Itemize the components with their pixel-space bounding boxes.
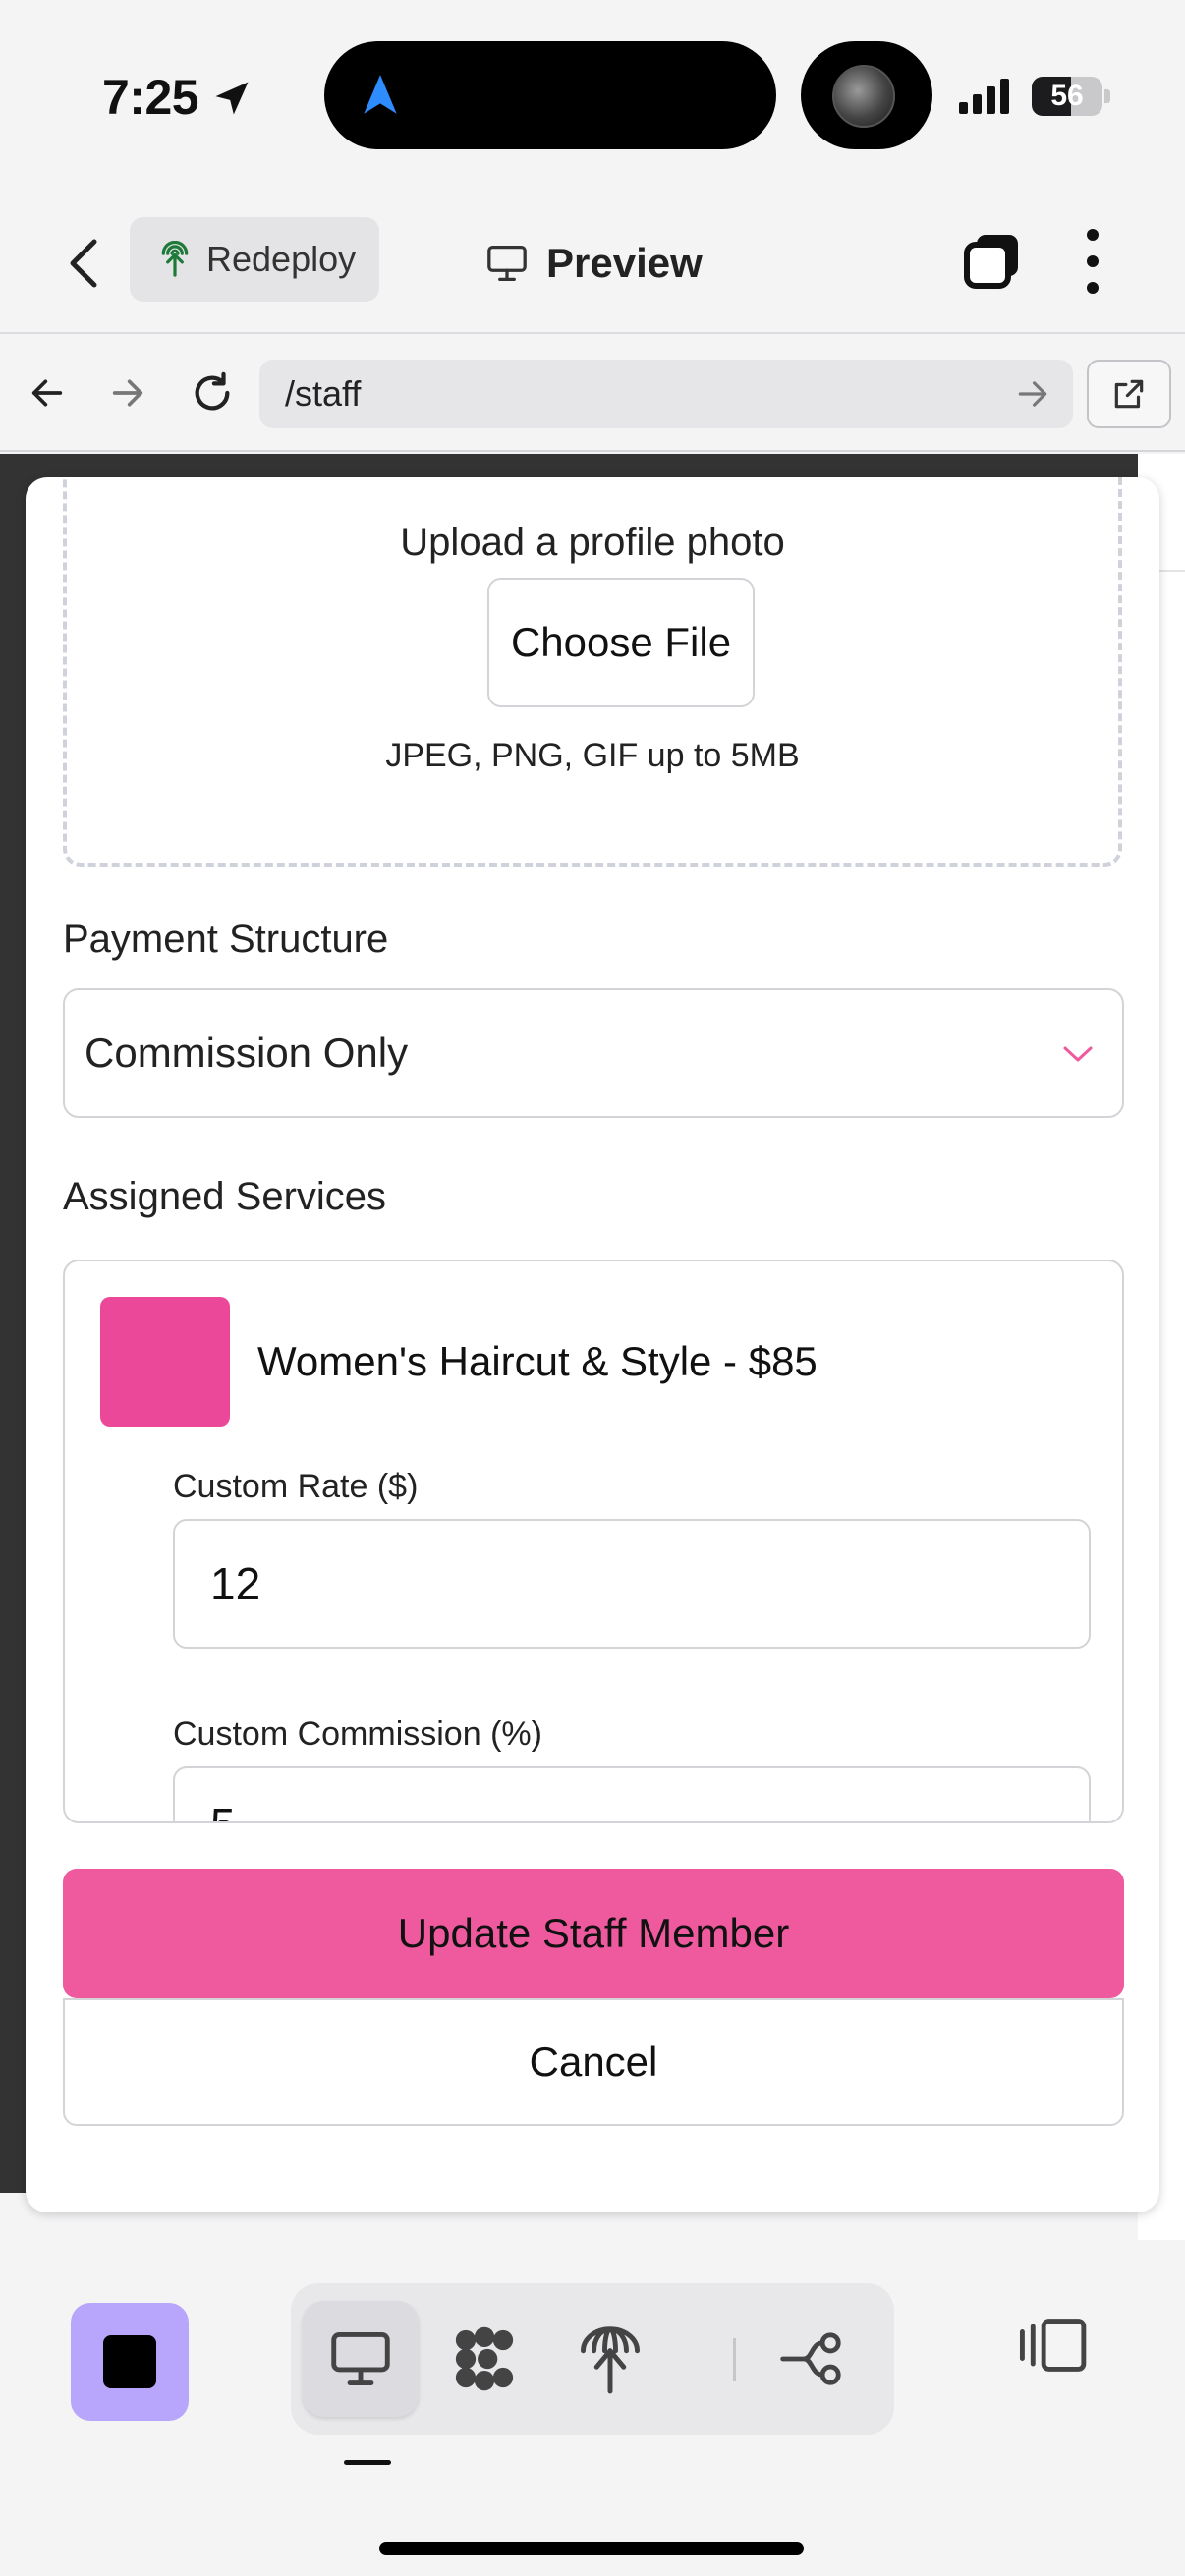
update-staff-button[interactable]: Update Staff Member — [63, 1869, 1124, 1998]
monitor-icon — [487, 245, 527, 281]
chevron-left-icon — [70, 239, 97, 288]
avatar-image — [832, 65, 895, 128]
deploy-view-button[interactable] — [552, 2301, 668, 2417]
preview-label: Preview — [546, 240, 703, 286]
custom-rate-input[interactable]: 12 — [173, 1519, 1091, 1649]
bottom-toolbar — [0, 2242, 1185, 2576]
go-arrow-icon[interactable] — [1014, 375, 1051, 413]
app-header: Redeploy Preview — [0, 192, 1185, 334]
external-link-icon — [1114, 379, 1144, 409]
service-name: Women's Haircut & Style - $85 — [257, 1338, 818, 1384]
location-arrow-icon — [215, 82, 249, 115]
custom-commission-value: 5 — [210, 1798, 236, 1821]
cellular-signal-icon — [959, 79, 1009, 114]
nodes-icon — [455, 2326, 514, 2391]
battery-indicator: 56 — [1032, 77, 1110, 116]
deploy-icon — [581, 2326, 640, 2394]
edit-staff-modal: Upload a profile photo Choose File JPEG,… — [26, 477, 1159, 2212]
chevron-down-icon — [1063, 1046, 1093, 1062]
redeploy-button[interactable]: Redeploy — [130, 217, 379, 302]
browser-toolbar: /staff — [0, 336, 1185, 452]
flow-icon — [780, 2332, 841, 2385]
preview-title: Preview — [485, 229, 703, 298]
upload-title: Upload a profile photo — [400, 521, 785, 564]
url-text: /staff — [285, 373, 362, 414]
stop-icon — [103, 2335, 156, 2388]
custom-rate-value: 12 — [210, 1558, 261, 1609]
sidebar-toggle-icon — [1019, 2319, 1087, 2372]
custom-commission-input[interactable]: 5 — [173, 1766, 1091, 1821]
cancel-button[interactable]: Cancel — [63, 1998, 1124, 2126]
active-tab-indicator — [344, 2460, 391, 2465]
tabs-icon[interactable] — [963, 231, 1022, 290]
stop-button[interactable] — [71, 2303, 189, 2421]
payment-structure-select[interactable]: Commission Only — [63, 988, 1124, 1118]
url-input[interactable]: /staff — [259, 360, 1073, 428]
redeploy-label: Redeploy — [206, 239, 357, 279]
payment-structure-label: Payment Structure — [63, 918, 389, 961]
panel-toggle-button[interactable] — [1012, 2303, 1097, 2387]
arrow-right-icon — [112, 379, 143, 407]
status-bar: 7:25 56 — [0, 0, 1185, 192]
custom-rate-label: Custom Rate ($) — [173, 1468, 419, 1505]
nodes-view-button[interactable] — [426, 2301, 542, 2417]
back-button[interactable] — [61, 229, 106, 298]
view-switcher — [291, 2283, 894, 2435]
battery-level-text: 56 — [1050, 80, 1084, 112]
flow-view-button[interactable] — [757, 2301, 873, 2417]
service-checkbox[interactable] — [100, 1297, 230, 1427]
browser-reload-button[interactable] — [185, 365, 240, 420]
home-indicator[interactable] — [379, 2542, 804, 2555]
upload-hint: JPEG, PNG, GIF up to 5MB — [385, 737, 800, 774]
more-options-icon[interactable] — [1073, 225, 1112, 298]
photo-upload-dropzone[interactable]: Upload a profile photo Choose File JPEG,… — [63, 477, 1122, 867]
now-playing-avatar — [801, 41, 932, 149]
assigned-services-list: Women's Haircut & Style - $85 Custom Rat… — [63, 1260, 1124, 1823]
battery-body: 56 — [1032, 77, 1102, 116]
open-external-button[interactable] — [1087, 360, 1171, 428]
navigation-arrow-icon — [364, 75, 397, 114]
browser-forward-button[interactable] — [100, 365, 155, 420]
payment-structure-value: Commission Only — [85, 1030, 409, 1076]
redeploy-icon — [161, 241, 189, 277]
battery-nub — [1104, 89, 1110, 103]
preview-content: Upload a profile photo Choose File JPEG,… — [0, 454, 1185, 2240]
status-time: 7:25 — [102, 70, 199, 125]
preview-view-button[interactable] — [303, 2301, 419, 2417]
custom-commission-label: Custom Commission (%) — [173, 1715, 542, 1753]
assigned-services-label: Assigned Services — [63, 1175, 387, 1218]
browser-back-button[interactable] — [20, 365, 75, 420]
toolbar-divider — [733, 2338, 736, 2381]
choose-file-button[interactable]: Choose File — [487, 578, 755, 707]
reload-icon — [195, 371, 230, 411]
monitor-icon — [331, 2332, 390, 2385]
arrow-left-icon — [31, 379, 63, 407]
